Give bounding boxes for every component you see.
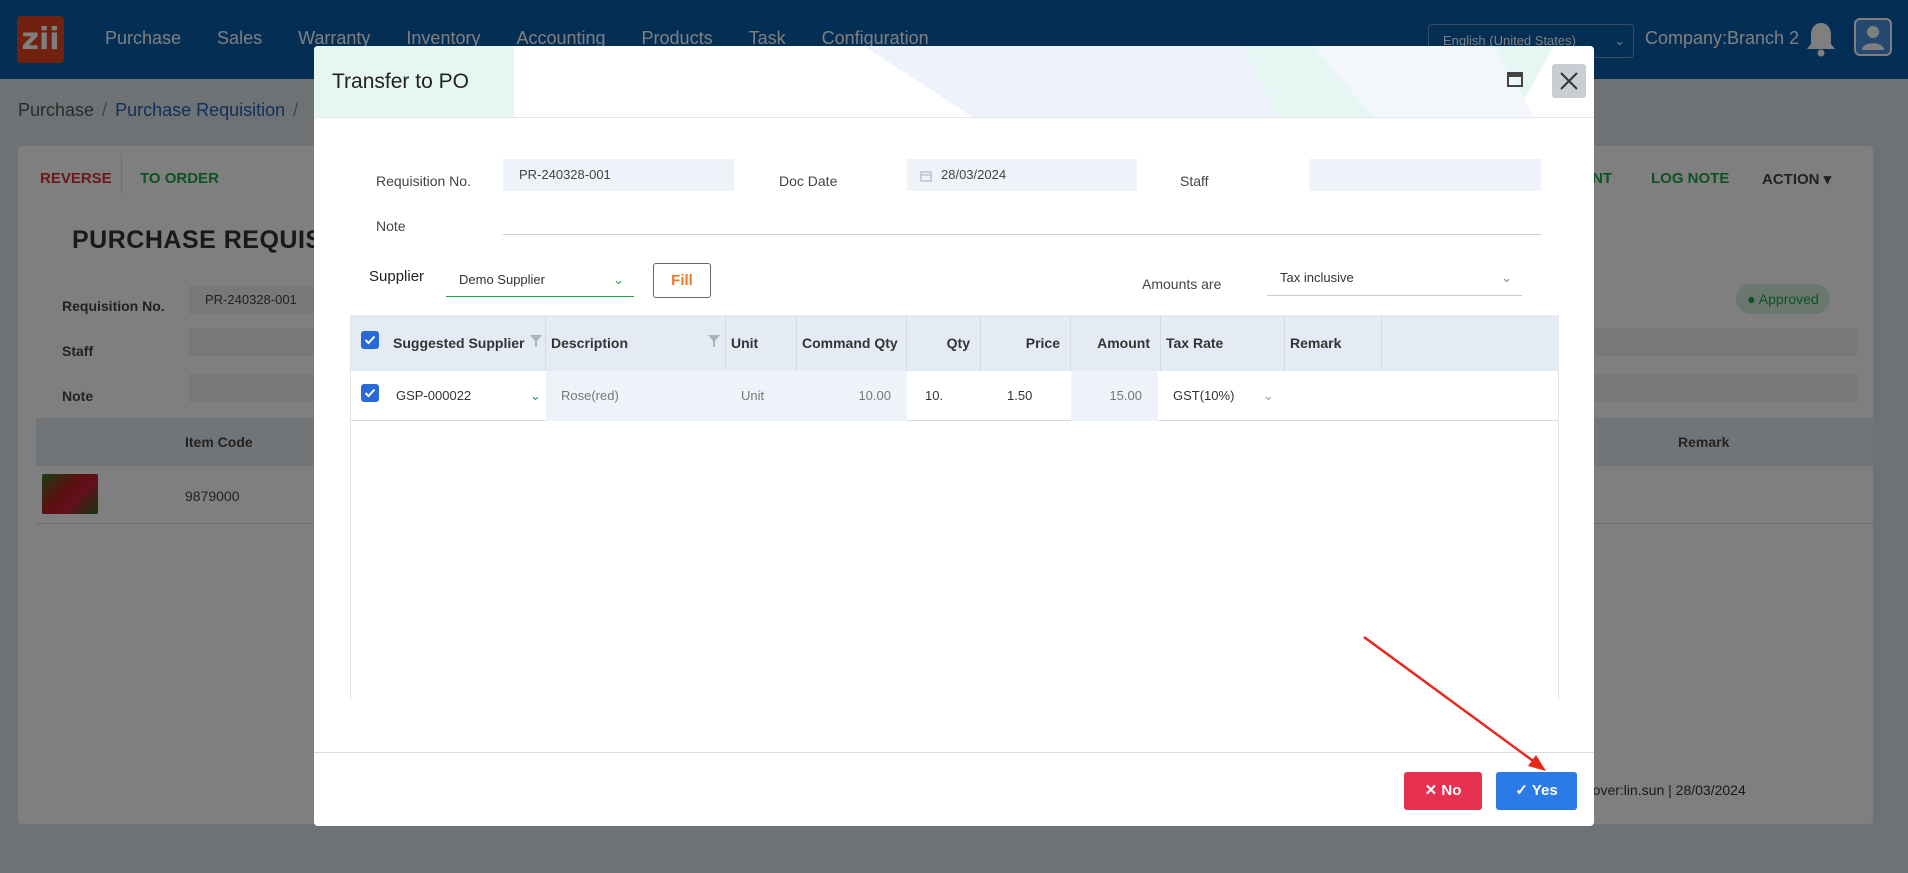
doc-date-field[interactable]: 28/03/2024 — [907, 159, 1137, 191]
row-checkbox[interactable] — [361, 384, 379, 402]
chevron-down-icon: ⌄ — [530, 388, 541, 403]
yes-button[interactable]: ✓ Yes — [1496, 772, 1577, 810]
amount-cell: 15.00 — [1071, 371, 1158, 421]
staff-field[interactable] — [1309, 159, 1541, 191]
close-icon: ✕ — [1424, 782, 1438, 799]
note-label: Note — [376, 218, 406, 234]
tax-rate-select[interactable]: GST(10%) ⌄ — [1161, 371, 1285, 421]
check-icon — [364, 388, 376, 398]
close-button[interactable] — [1552, 64, 1586, 98]
chevron-down-icon: ⌄ — [613, 272, 624, 287]
tax-rate-value: GST(10%) — [1173, 388, 1235, 403]
dialog-header: Transfer to PO — [314, 46, 1594, 118]
command-qty-cell: 10.00 — [797, 371, 907, 421]
close-icon — [1560, 72, 1578, 90]
amounts-are-select[interactable]: Tax inclusive ⌄ — [1267, 264, 1522, 296]
table-header: Suggested Supplier Description Unit Comm… — [351, 315, 1558, 371]
column-price[interactable]: Price — [981, 315, 1071, 371]
calendar-icon — [920, 171, 932, 182]
table-row[interactable]: GSP-000022 ⌄ Rose(red) Unit 10.00 10.( 1… — [351, 371, 1558, 421]
column-suggested-supplier[interactable]: Suggested Supplier — [388, 315, 546, 371]
transfer-to-po-dialog: Transfer to PO Requisition No. PR-240328… — [314, 46, 1594, 826]
suggested-supplier-value: GSP-000022 — [396, 388, 472, 403]
remark-input[interactable] — [1285, 371, 1382, 421]
supplier-value: Demo Supplier — [459, 272, 545, 287]
chevron-down-icon: ⌄ — [1263, 388, 1274, 403]
description-cell: Rose(red) — [546, 371, 726, 421]
header-decoration — [314, 46, 1554, 117]
select-all-checkbox[interactable] — [361, 331, 379, 349]
chevron-down-icon: ⌄ — [1501, 270, 1512, 285]
requisition-no-field: PR-240328-001 — [503, 159, 734, 191]
price-input[interactable]: 1.50 — [981, 371, 1061, 421]
filter-icon[interactable] — [530, 335, 542, 347]
check-icon: ✓ — [1515, 782, 1528, 799]
dialog-footer-divider — [314, 752, 1594, 753]
doc-date-value: 28/03/2024 — [941, 167, 1007, 182]
unit-cell: Unit — [726, 371, 797, 421]
column-command-qty[interactable]: Command Qty — [797, 315, 907, 371]
amounts-are-label: Amounts are — [1142, 276, 1222, 292]
supplier-label: Supplier — [369, 268, 425, 285]
staff-label: Staff — [1180, 173, 1209, 189]
column-qty[interactable]: Qty — [907, 315, 981, 371]
column-amount[interactable]: Amount — [1071, 315, 1161, 371]
column-remark[interactable]: Remark — [1285, 315, 1382, 371]
fill-button[interactable]: Fill — [653, 263, 711, 298]
filter-icon[interactable] — [708, 335, 720, 347]
suggested-supplier-select[interactable]: GSP-000022 ⌄ — [388, 371, 546, 421]
column-tax-rate[interactable]: Tax Rate — [1161, 315, 1285, 371]
dialog-title: Transfer to PO — [332, 70, 469, 93]
qty-input[interactable]: 10.( — [907, 371, 947, 421]
note-input[interactable] — [503, 234, 1541, 235]
requisition-no-label: Requisition No. — [376, 173, 471, 189]
column-description[interactable]: Description — [546, 315, 726, 371]
supplier-select[interactable]: Demo Supplier ⌄ — [446, 263, 634, 297]
no-button[interactable]: ✕ No — [1404, 772, 1482, 810]
column-unit[interactable]: Unit — [726, 315, 797, 371]
po-lines-table: Suggested Supplier Description Unit Comm… — [350, 315, 1559, 700]
check-icon — [364, 335, 376, 345]
doc-date-label: Doc Date — [779, 173, 838, 189]
amounts-are-value: Tax inclusive — [1280, 270, 1354, 285]
maximize-icon[interactable] — [1507, 72, 1523, 87]
